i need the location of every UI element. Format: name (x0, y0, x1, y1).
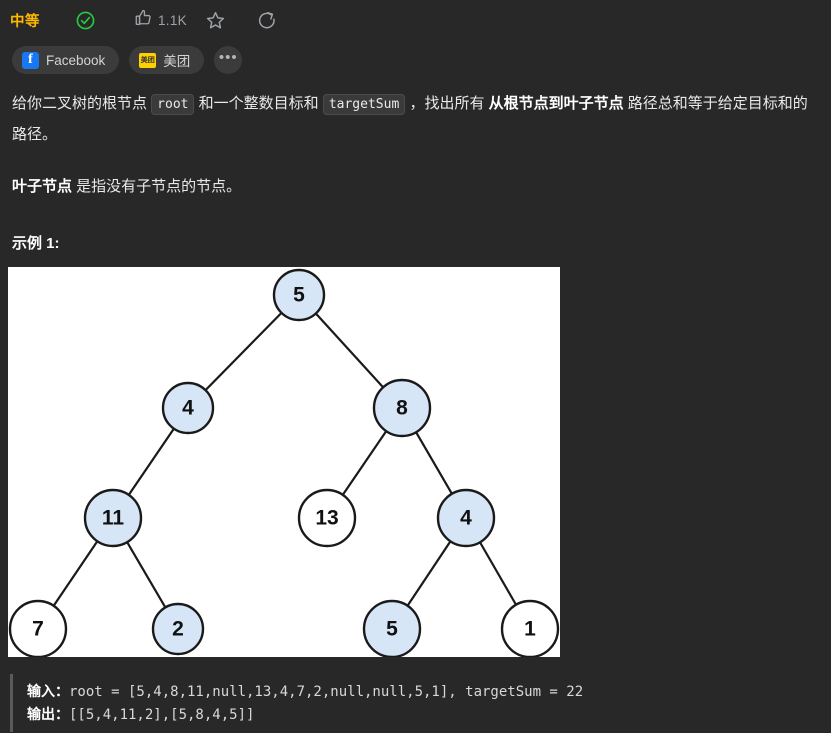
more-tags-button[interactable]: ••• (214, 46, 243, 74)
company-tag-meituan[interactable]: 美团 美团 (129, 46, 205, 74)
company-tag-facebook[interactable]: f Facebook (12, 46, 120, 74)
share-icon[interactable] (251, 3, 285, 37)
binary-tree-diagram: 5 4 8 11 13 4 7 2 5 1 (8, 267, 560, 659)
desc-text: 和一个整数目标和 (194, 95, 323, 112)
input-label: 输入： (27, 683, 69, 699)
description-paragraph-1: 给你二叉树的根节点 root 和一个整数目标和 targetSum ，找出所有 … (12, 89, 819, 150)
tree-node-label: 2 (172, 618, 184, 641)
difficulty-badge: 中等 (10, 13, 40, 30)
tree-node: 13 (297, 488, 357, 548)
desc-bold-leaf-node: 叶子节点 (12, 178, 73, 195)
tree-node: 2 (151, 602, 205, 656)
output-label: 输出： (27, 706, 69, 722)
output-value: [[5,4,11,2],[5,8,4,5]] (69, 707, 255, 723)
tree-edge (126, 541, 167, 608)
tree-edge (127, 428, 175, 496)
inline-code-targetsum: targetSum (322, 94, 406, 115)
tree-node: 4 (436, 488, 496, 548)
problem-page: 中等 1.1K f Facebook 美团 美团 ••• 给你二叉树的根节点 r… (0, 0, 831, 733)
tree-edge (52, 540, 99, 607)
company-tag-label: 美团 (163, 54, 191, 69)
desc-text: ，找出所有 (405, 95, 489, 112)
tree-node: 8 (372, 378, 432, 438)
desc-text: 给你二叉树的根节点 (12, 95, 152, 112)
tree-edge (479, 541, 517, 606)
tree-node: 7 (8, 599, 68, 659)
tree-node: 5 (362, 599, 422, 659)
tree-node: 1 (500, 599, 560, 659)
company-tag-label: Facebook (46, 52, 106, 68)
problem-description: 给你二叉树的根节点 root 和一个整数目标和 targetSum ，找出所有 … (0, 76, 831, 202)
tree-edge (406, 540, 452, 607)
tree-node-label: 4 (460, 507, 472, 530)
like-count: 1.1K (158, 12, 187, 28)
problem-meta-bar: 中等 1.1K (0, 0, 831, 40)
tree-node-label: 5 (293, 284, 305, 307)
check-circle-icon[interactable] (68, 3, 102, 37)
inline-code-root: root (151, 94, 195, 115)
desc-bold-root-to-leaf: 从根节点到叶子节点 (488, 95, 624, 112)
tree-node: 4 (161, 381, 215, 435)
tree-edge (415, 431, 453, 495)
tree-node-label: 5 (386, 618, 398, 641)
example-figure-wrap: 5 4 8 11 13 4 7 2 5 1 (0, 253, 831, 662)
facebook-icon: f (22, 51, 39, 69)
tree-node: 11 (83, 488, 143, 548)
input-value: root = [5,4,8,11,null,13,4,7,2,null,null… (69, 684, 584, 700)
meituan-icon: 美团 (139, 52, 157, 68)
tree-node-label: 7 (32, 618, 44, 641)
tree-edge (341, 430, 388, 496)
thumbs-up-icon (134, 8, 153, 32)
desc-text: 是指没有子节点的节点。 (72, 178, 242, 195)
tree-node-label: 1 (524, 618, 536, 641)
tree-edge (315, 312, 384, 389)
tree-node-label: 11 (102, 507, 125, 530)
tree-node-label: 8 (396, 397, 408, 420)
like-button[interactable]: 1.1K (134, 8, 187, 32)
company-tag-bar: f Facebook 美团 美团 ••• (0, 40, 831, 76)
description-paragraph-2: 叶子节点 是指没有子节点的节点。 (12, 172, 819, 202)
star-icon[interactable] (199, 3, 233, 37)
tree-edge (204, 312, 283, 391)
tree-node: 5 (272, 268, 326, 322)
tree-node-label: 13 (315, 507, 338, 530)
tree-node-label: 4 (182, 397, 194, 420)
example-title: 示例 1: (12, 235, 60, 252)
example-io-block: 输入：root = [5,4,8,11,null,13,4,7,2,null,n… (10, 674, 820, 732)
